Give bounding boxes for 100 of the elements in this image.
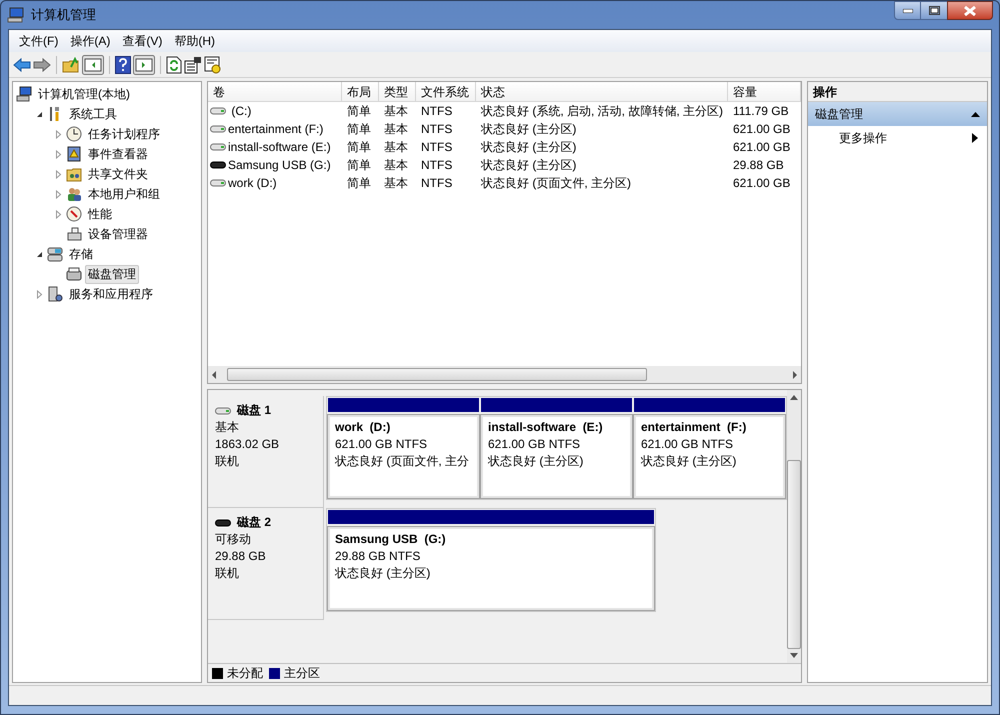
collapse-arrow-icon[interactable] bbox=[971, 111, 980, 117]
removable-drive-icon bbox=[210, 160, 226, 170]
clock-icon bbox=[66, 126, 82, 142]
tree-item[interactable]: 计算机管理(本地) bbox=[35, 84, 133, 104]
column-header[interactable]: 状态 bbox=[476, 82, 728, 101]
column-header[interactable]: 类型 bbox=[379, 82, 416, 101]
storage-icon bbox=[47, 246, 63, 262]
scroll-left-icon[interactable] bbox=[210, 370, 218, 378]
drive-icon bbox=[210, 124, 226, 134]
menu-item[interactable]: 查看(V) bbox=[116, 31, 168, 51]
disk-state: 联机 bbox=[215, 453, 240, 470]
actions-section-header[interactable]: 磁盘管理 bbox=[808, 102, 987, 126]
partition-size: 621.00 GB NTFS bbox=[335, 436, 428, 453]
disk-name: 磁盘 1 bbox=[237, 402, 272, 419]
menu-item[interactable]: 文件(F) bbox=[13, 31, 64, 51]
table-cell-text: NTFS bbox=[420, 121, 454, 138]
close-button[interactable] bbox=[947, 1, 993, 20]
folder-up-icon[interactable] bbox=[62, 56, 80, 72]
disk-size: 29.88 GB bbox=[215, 548, 267, 565]
collapsed-arrow-icon[interactable] bbox=[54, 190, 63, 198]
disk-size: 1863.02 GB bbox=[215, 436, 280, 453]
event-log-icon bbox=[66, 146, 82, 162]
tree-item[interactable]: 本地用户和组 bbox=[85, 184, 163, 204]
disk-state: 联机 bbox=[215, 565, 240, 582]
users-icon bbox=[66, 186, 82, 202]
close-icon bbox=[964, 6, 976, 16]
partition-name: entertainment (F:) bbox=[641, 419, 748, 436]
gauge-icon bbox=[66, 206, 82, 222]
table-cell-text: 简单 bbox=[346, 139, 372, 156]
help-icon[interactable] bbox=[115, 56, 131, 74]
drive-icon bbox=[210, 106, 226, 116]
volume-name: entertainment (F:) bbox=[228, 121, 324, 138]
refresh-icon[interactable] bbox=[166, 56, 182, 74]
computer-icon bbox=[16, 86, 32, 102]
partition-block[interactable]: entertainment (F:) 621.00 GB NTFS 状态良好 (主分区) bbox=[634, 415, 785, 498]
back-arrow-icon[interactable] bbox=[13, 56, 31, 72]
scrollbar-thumb[interactable] bbox=[227, 368, 647, 381]
disk-name: 磁盘 2 bbox=[237, 514, 272, 531]
collapsed-arrow-icon[interactable] bbox=[54, 170, 63, 178]
legend-label: 主分区 bbox=[284, 665, 320, 682]
table-cell-text: 状态良好 (系统, 启动, 活动, 故障转储, 主分区) bbox=[480, 103, 724, 120]
vertical-scrollbar[interactable] bbox=[787, 390, 801, 663]
volume-name: work (D:) bbox=[228, 175, 277, 192]
tree-item[interactable]: 系统工具 bbox=[66, 104, 120, 124]
properties-icon[interactable] bbox=[184, 56, 202, 74]
collapsed-arrow-icon[interactable] bbox=[54, 210, 63, 218]
table-cell-text: 状态良好 (页面文件, 主分区) bbox=[480, 175, 632, 192]
maximize-icon bbox=[928, 6, 940, 15]
maximize-button[interactable] bbox=[921, 1, 947, 20]
expanded-arrow-icon[interactable] bbox=[35, 250, 44, 258]
column-header[interactable]: 卷 bbox=[208, 82, 342, 101]
menu-item[interactable]: 帮助(H) bbox=[168, 31, 221, 51]
tree-item[interactable]: 设备管理器 bbox=[85, 224, 151, 244]
partition-block[interactable]: Samsung USB (G:) 29.88 GB NTFS 状态良好 (主分区) bbox=[328, 527, 654, 610]
tree-item[interactable]: 任务计划程序 bbox=[85, 124, 163, 144]
column-header[interactable]: 容量 bbox=[728, 82, 801, 101]
table-cell-text: 简单 bbox=[346, 157, 372, 174]
partition-block[interactable]: work (D:) 621.00 GB NTFS 状态良好 (页面文件, 主分 bbox=[328, 415, 479, 498]
removable-drive-icon bbox=[215, 518, 231, 528]
tree-item[interactable]: 事件查看器 bbox=[85, 144, 151, 164]
table-cell-text: 29.88 GB bbox=[732, 157, 785, 174]
expanded-arrow-icon[interactable] bbox=[35, 110, 44, 118]
disk-type: 可移动 bbox=[215, 531, 252, 548]
minimize-icon bbox=[902, 8, 912, 12]
tree-item[interactable]: 共享文件夹 bbox=[85, 164, 151, 184]
scroll-up-icon[interactable] bbox=[790, 394, 798, 400]
minimize-button[interactable] bbox=[894, 1, 921, 20]
pane-toggle-icon[interactable] bbox=[133, 54, 155, 74]
scroll-down-icon[interactable] bbox=[790, 653, 798, 659]
partition-name: install-software (E:) bbox=[488, 419, 604, 436]
tree-item[interactable]: 性能 bbox=[85, 204, 115, 224]
scrollbar-thumb[interactable] bbox=[787, 460, 801, 649]
table-cell-text: NTFS bbox=[420, 157, 454, 174]
partition-block[interactable]: install-software (E:) 621.00 GB NTFS 状态良好 (主分区) bbox=[481, 415, 632, 498]
scroll-right-icon[interactable] bbox=[791, 370, 799, 378]
table-cell-text: 状态良好 (主分区) bbox=[480, 139, 578, 156]
column-header[interactable]: 布局 bbox=[342, 82, 379, 101]
table-cell-text: 基本 bbox=[383, 175, 409, 192]
submenu-arrow-icon bbox=[972, 133, 978, 143]
tree-item[interactable]: 磁盘管理 bbox=[85, 264, 139, 284]
partition-size: 29.88 GB NTFS bbox=[335, 548, 422, 565]
partition-size: 621.00 GB NTFS bbox=[488, 436, 582, 453]
horizontal-scrollbar[interactable] bbox=[208, 366, 801, 383]
table-cell-text: 基本 bbox=[383, 157, 409, 174]
collapsed-arrow-icon[interactable] bbox=[54, 150, 63, 158]
collapsed-arrow-icon[interactable] bbox=[35, 290, 44, 298]
tree-item[interactable]: 存储 bbox=[66, 244, 96, 264]
table-cell-text: 基本 bbox=[383, 103, 409, 120]
collapsed-arrow-icon[interactable] bbox=[54, 130, 63, 138]
partition-name: work (D:) bbox=[335, 419, 392, 436]
pane-toggle-icon[interactable] bbox=[82, 54, 104, 74]
drive-icon bbox=[210, 178, 226, 188]
action-item[interactable]: 更多操作 bbox=[808, 126, 987, 150]
action-label: 更多操作 bbox=[839, 130, 887, 147]
menu-item[interactable]: 操作(A) bbox=[64, 31, 116, 51]
drive-icon bbox=[215, 406, 231, 416]
forward-arrow-icon[interactable] bbox=[33, 56, 51, 72]
column-header[interactable]: 文件系统 bbox=[416, 82, 476, 101]
tree-item[interactable]: 服务和应用程序 bbox=[66, 284, 156, 304]
device-manager-icon bbox=[66, 226, 82, 242]
